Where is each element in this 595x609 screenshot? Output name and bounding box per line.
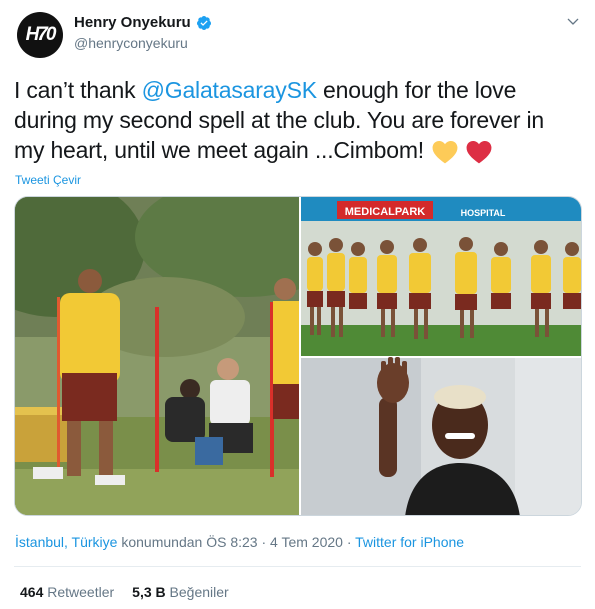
tweet-meta: İstanbul, Türkiye konumundan ÖS 8:23 · 4… bbox=[15, 534, 464, 550]
mention-link[interactable]: @GalatasaraySK bbox=[142, 77, 317, 103]
divider bbox=[14, 566, 581, 567]
source-link[interactable]: Twitter for iPhone bbox=[355, 534, 464, 550]
tweet-date[interactable]: 4 Tem 2020 bbox=[270, 534, 343, 550]
tweet-text: I can’t thank @GalatasaraySK enough for … bbox=[14, 75, 574, 165]
likes-count: 5,3 B bbox=[132, 584, 166, 600]
avatar[interactable]: H70 bbox=[17, 12, 63, 58]
photo-player-waving[interactable] bbox=[301, 357, 582, 516]
author-name-row: Henry Onyekuru bbox=[74, 14, 212, 31]
likes-label: Beğeniler bbox=[169, 584, 229, 600]
meta-separator-2: · bbox=[342, 534, 356, 550]
likes-stat[interactable]: 5,3 B Beğeniler bbox=[132, 584, 229, 600]
author-handle[interactable]: @henryconyekuru bbox=[74, 35, 188, 51]
tweet-text-before: I can’t thank bbox=[14, 77, 142, 103]
media-grid[interactable]: MEDICALPARK HOSPITAL bbox=[14, 196, 582, 516]
location-link[interactable]: İstanbul, Türkiye bbox=[15, 534, 117, 550]
banner-medicalpark-text: MEDICALPARK bbox=[345, 206, 426, 218]
retweets-count: 464 bbox=[20, 584, 44, 600]
tweet-time[interactable]: ÖS 8:23 bbox=[206, 534, 257, 550]
yellow-heart-icon bbox=[432, 140, 458, 164]
display-name[interactable]: Henry Onyekuru bbox=[74, 14, 191, 31]
meta-separator: · bbox=[257, 534, 271, 550]
translate-tweet-link[interactable]: Tweeti Çevir bbox=[15, 173, 81, 187]
avatar-logo-text: H70 bbox=[25, 24, 57, 45]
verified-badge-icon bbox=[196, 15, 211, 30]
retweets-label: Retweetler bbox=[47, 584, 115, 600]
banner-hospital-text: HOSPITAL bbox=[461, 208, 506, 218]
photo-team-group[interactable]: MEDICALPARK HOSPITAL bbox=[301, 197, 582, 356]
tweet-stats: 464 Retweetler 5,3 B Beğeniler bbox=[20, 584, 229, 600]
red-heart-icon bbox=[466, 140, 492, 164]
chevron-down-icon[interactable] bbox=[565, 14, 581, 30]
location-suffix: konumundan bbox=[117, 534, 207, 550]
retweets-stat[interactable]: 464 Retweetler bbox=[20, 584, 114, 600]
